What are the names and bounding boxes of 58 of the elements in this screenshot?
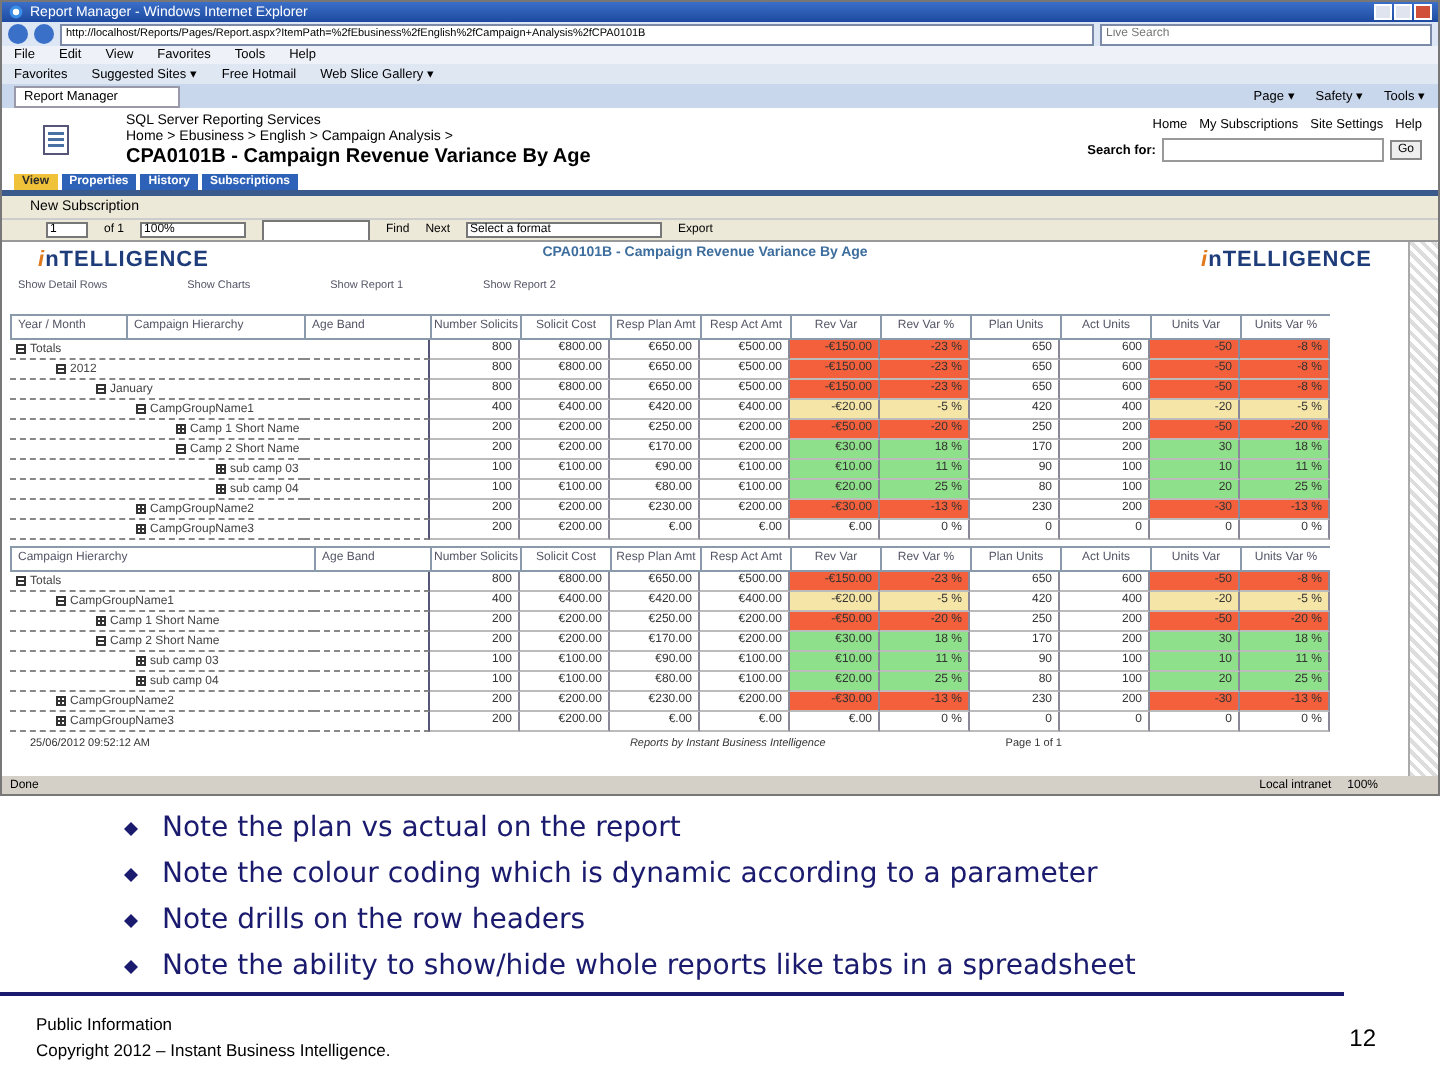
toggle-icon[interactable] — [136, 676, 146, 686]
toggle-icon[interactable] — [136, 524, 146, 534]
bullet-text: Note the ability to show/hide whole reports like tabs in a spreadsheet — [162, 948, 1136, 986]
table-cell — [314, 672, 430, 692]
toggle-icon[interactable] — [56, 696, 66, 706]
toggle-icon[interactable] — [56, 716, 66, 726]
table-cell — [304, 500, 430, 520]
browser-icon — [8, 4, 24, 20]
report-icon — [42, 124, 70, 156]
scrollbar[interactable] — [1408, 242, 1438, 776]
bullet-text: Note drills on the row headers — [162, 902, 585, 940]
toggle-icon[interactable] — [216, 464, 226, 474]
logo: inTELLIGENCE — [38, 248, 209, 272]
bullet-text: Note the plan vs actual on the report — [162, 810, 681, 848]
logo: inTELLIGENCE — [1201, 248, 1372, 272]
table-cell — [304, 360, 430, 380]
table-cell — [304, 400, 430, 420]
bullet-icon — [124, 822, 138, 836]
table-cell — [304, 420, 430, 440]
table-cell — [304, 520, 430, 540]
bullet-icon — [124, 960, 138, 974]
toggle-icon[interactable] — [96, 636, 106, 646]
find-field[interactable] — [262, 219, 371, 241]
toggle-icon[interactable] — [56, 596, 66, 606]
table-cell — [304, 380, 430, 400]
search-field[interactable] — [1161, 138, 1384, 162]
close-button[interactable] — [1414, 4, 1432, 20]
toggle-icon[interactable] — [16, 344, 26, 354]
toggle-icon[interactable] — [176, 424, 186, 434]
table-cell — [304, 460, 430, 480]
table-cell — [304, 480, 430, 500]
toggle-icon[interactable] — [216, 484, 226, 494]
toggle-icon[interactable] — [136, 656, 146, 666]
table-cell — [314, 592, 430, 612]
toggle-icon[interactable] — [96, 616, 106, 626]
table-cell — [314, 652, 430, 672]
table-cell — [304, 340, 430, 360]
table-cell — [314, 712, 430, 732]
table-cell — [314, 572, 430, 592]
bullet-icon — [124, 868, 138, 882]
bullet-text: Note the colour coding which is dynamic according to a parameter — [162, 856, 1098, 894]
footer-text: Public Information — [36, 1014, 175, 1034]
footer-text: Copyright 2012 – Instant Business Intelligence. — [36, 1040, 391, 1060]
table-cell — [314, 612, 430, 632]
toggle-icon[interactable] — [96, 384, 106, 394]
toggle-icon[interactable] — [56, 364, 66, 374]
slide-number: 12 — [1349, 1023, 1376, 1051]
report-title: CPA0101B - Campaign Revenue Variance By Age — [126, 145, 591, 167]
toggle-icon[interactable] — [16, 576, 26, 586]
table-cell — [314, 692, 430, 712]
toggle-icon[interactable] — [136, 404, 146, 414]
table-cell — [304, 440, 430, 460]
table-cell — [314, 632, 430, 652]
forward-button[interactable] — [34, 24, 54, 44]
back-button[interactable] — [8, 24, 28, 44]
bullet-icon — [124, 914, 138, 928]
toggle-icon[interactable] — [176, 444, 186, 454]
toggle-icon[interactable] — [136, 504, 146, 514]
